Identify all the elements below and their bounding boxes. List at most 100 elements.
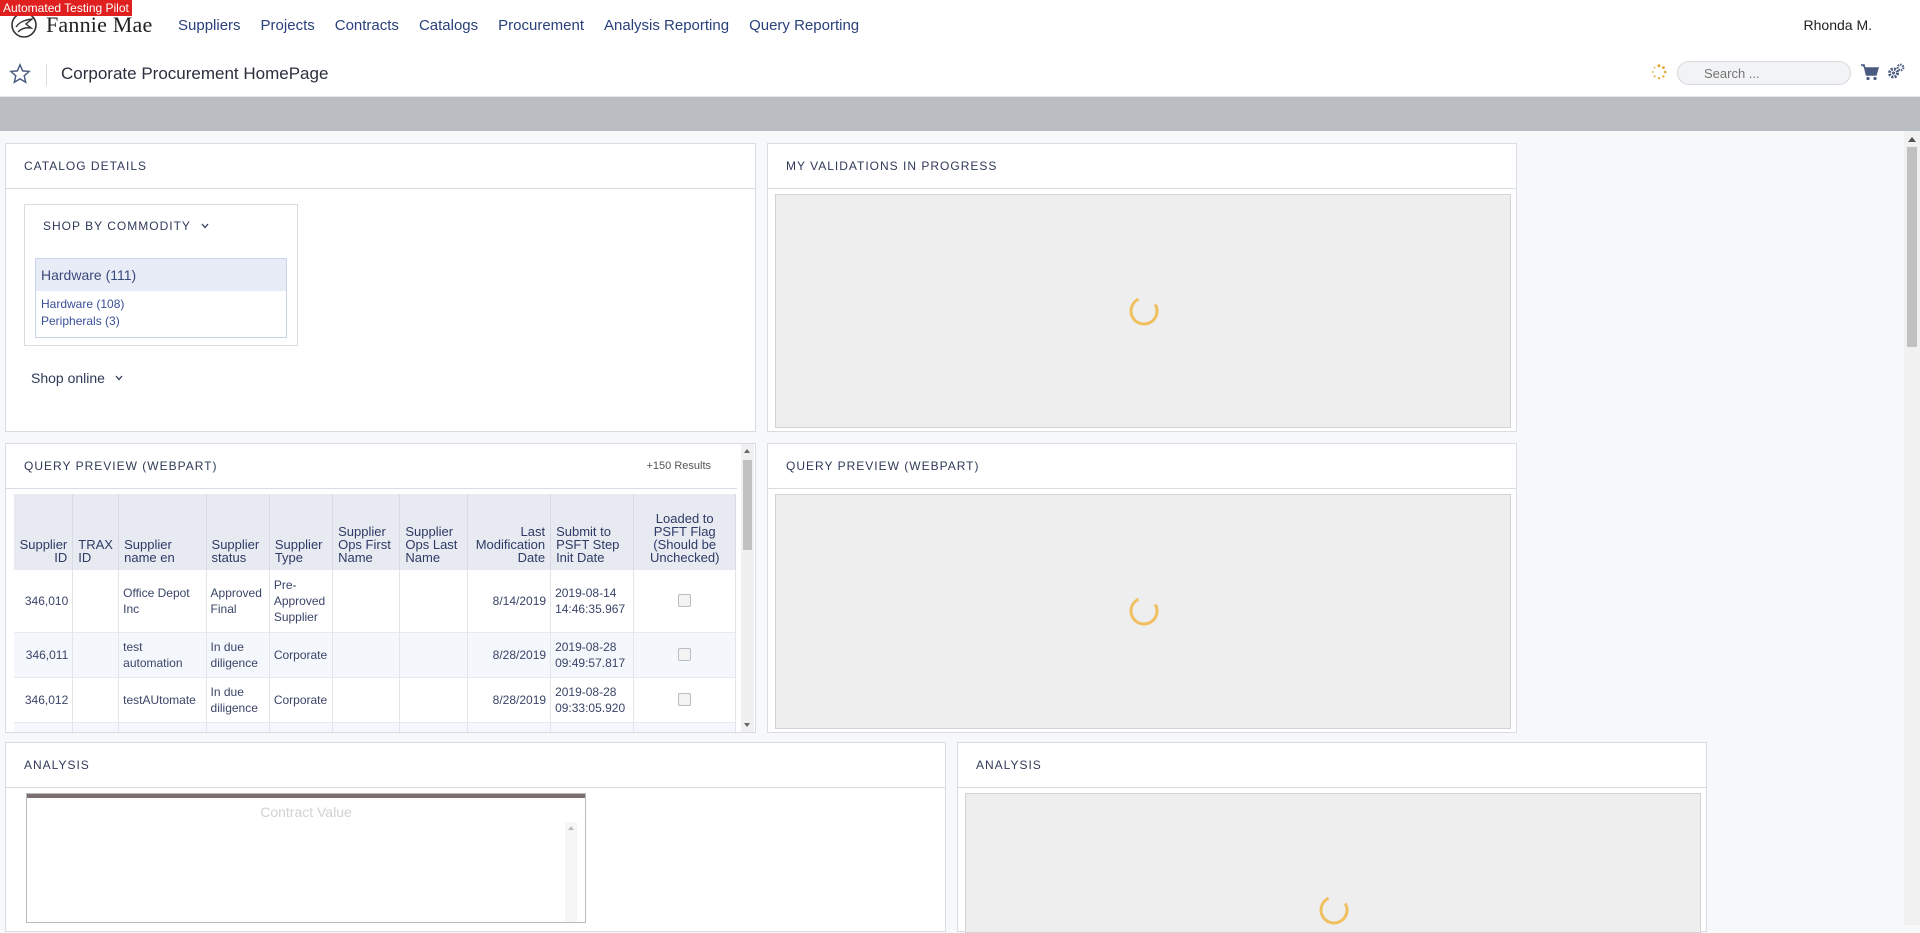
cell-supplier-name: Office Depot Inc [118,570,207,633]
loading-spinner-icon [1129,296,1159,326]
table-row[interactable]: 346,011 test automation In due diligence… [14,632,736,678]
cell-loaded-flag [633,570,736,633]
table-scrollbar[interactable] [741,444,754,732]
cell-ops-first-name [332,570,401,633]
loading-area [775,494,1511,729]
column-header[interactable]: Submit to PSFT Step Init Date [550,494,635,570]
cell-trax-id [72,570,120,633]
panel-header: ANALYSIS [6,743,945,788]
cell-trax-id [72,632,120,678]
cell-supplier-status: In due diligence [206,677,270,723]
query-preview-panel-right: QUERY PREVIEW (WEBPART) [767,443,1517,733]
scroll-up-arrow[interactable] [744,449,750,453]
scroll-up-arrow[interactable] [1908,137,1916,142]
shop-by-commodity-toggle[interactable]: SHOP BY COMMODITY [25,205,297,247]
column-header[interactable]: Supplier Type [269,494,334,570]
cell-supplier-status: In due diligence [206,632,270,678]
table-row[interactable]: 346,010 Office Depot Inc Approved Final … [14,570,736,633]
chart-scrollbar[interactable] [565,822,577,922]
table-header-row: Supplier ID TRAX ID Supplier name en Sup… [14,494,736,570]
loaded-checkbox[interactable] [678,594,692,608]
banner-strip [0,97,1920,131]
cart-icon[interactable] [1860,63,1880,81]
loading-spinner-icon [1129,596,1159,626]
menu-catalogs[interactable]: Catalogs [419,17,478,34]
page-title: Corporate Procurement HomePage [61,64,329,83]
cell-ops-first-name [332,677,401,723]
query-results-table: Supplier ID TRAX ID Supplier name en Sup… [14,494,736,732]
column-header[interactable]: Last Modification Date [467,494,552,570]
column-header[interactable]: Supplier status [206,494,270,570]
commodity-item[interactable]: Hardware (108) [36,296,286,313]
loading-spinner-icon [1651,64,1667,80]
menu-procurement[interactable]: Procurement [498,17,584,34]
loading-spinner-icon [1319,895,1349,925]
cell-trax-id [72,677,120,723]
contract-value-chart: Contract Value [26,793,586,923]
column-header[interactable]: TRAX ID [72,494,120,570]
column-header[interactable]: Supplier Ops First Name [332,494,401,570]
page-scrollbar[interactable] [1904,131,1920,925]
commodity-item[interactable]: Peripherals (3) [36,313,286,330]
scroll-down-arrow[interactable] [744,723,750,727]
user-menu[interactable]: Rhonda M. [1804,17,1872,33]
cell-supplier-id: 346,012 [14,677,74,723]
scroll-thumb[interactable] [743,460,752,550]
cell-ops-last-name [399,570,468,633]
results-count: +150 Results [646,460,711,472]
query-table-container: Supplier ID TRAX ID Supplier name en Sup… [14,494,736,732]
menu-analysis-reporting[interactable]: Analysis Reporting [604,17,729,34]
table-row[interactable] [14,722,736,732]
cell-supplier-id: 346,010 [14,570,74,633]
chevron-down-icon [201,223,209,229]
shop-online-toggle[interactable]: Shop online [31,370,123,386]
shop-by-commodity-label: SHOP BY COMMODITY [43,219,191,233]
main-menu: Suppliers Projects Contracts Catalogs Pr… [178,17,879,34]
cell-supplier-status: Approved Final [206,570,270,633]
cell-supplier-name: testAUtomate [118,677,207,723]
commodity-list: Hardware (111) Hardware (108) Peripheral… [35,258,287,338]
cell-last-modification-date: 8/28/2019 [467,632,552,678]
panel-title: QUERY PREVIEW (WEBPART) [24,459,218,473]
validations-panel: MY VALIDATIONS IN PROGRESS [767,143,1517,432]
column-header[interactable]: Supplier ID [14,494,74,570]
loading-area [775,194,1511,428]
cell-submit-date: 2019-08-14 14:46:35.967 [550,570,635,633]
panel-header: QUERY PREVIEW (WEBPART) +150 Results [6,444,737,489]
shop-online-label: Shop online [31,370,105,386]
table-row[interactable]: 346,012 testAUtomate In due diligence Co… [14,677,736,723]
shop-by-commodity-card: SHOP BY COMMODITY Hardware (111) Hardwar… [24,204,298,346]
cell-ops-last-name [399,677,468,723]
page-header: Corporate Procurement HomePage [0,54,1920,97]
top-navbar: Automated Testing Pilot Fannie Mae Suppl… [0,0,1920,54]
column-header[interactable]: Supplier name en [118,494,207,570]
testing-pilot-badge: Automated Testing Pilot [0,0,132,16]
menu-projects[interactable]: Projects [261,17,315,34]
loaded-checkbox[interactable] [678,648,692,661]
menu-suppliers[interactable]: Suppliers [178,17,241,34]
panel-title: MY VALIDATIONS IN PROGRESS [786,159,998,173]
panel-title: ANALYSIS [24,758,90,772]
scroll-thumb[interactable] [1907,147,1917,347]
column-header[interactable]: Loaded to PSFT Flag (Should be Unchecked… [633,494,736,570]
loading-area [965,793,1701,933]
cell-submit-date: 2019-08-28 09:33:05.920 [550,677,635,723]
panel-title: QUERY PREVIEW (WEBPART) [786,459,980,473]
search-input[interactable] [1677,61,1851,85]
scroll-up-arrow[interactable] [568,826,574,830]
cell-last-modification-date: 8/28/2019 [467,677,552,723]
loaded-checkbox[interactable] [678,693,692,706]
column-header[interactable]: Supplier Ops Last Name [399,494,468,570]
catalog-details-panel: CATALOG DETAILS SHOP BY COMMODITY Hardwa… [5,143,756,432]
cell-ops-last-name [399,632,468,678]
cell-loaded-flag [633,677,736,723]
menu-query-reporting[interactable]: Query Reporting [749,17,859,34]
chart-top-bar [27,794,585,798]
cell-supplier-type: Pre-Approved Supplier [269,570,334,633]
chevron-down-icon [115,375,123,381]
commodity-category[interactable]: Hardware (111) [36,259,286,291]
favorite-star-icon[interactable] [9,63,31,85]
menu-contracts[interactable]: Contracts [335,17,399,34]
cell-supplier-type: Corporate [269,677,334,723]
settings-gear-icon[interactable] [1887,63,1905,81]
